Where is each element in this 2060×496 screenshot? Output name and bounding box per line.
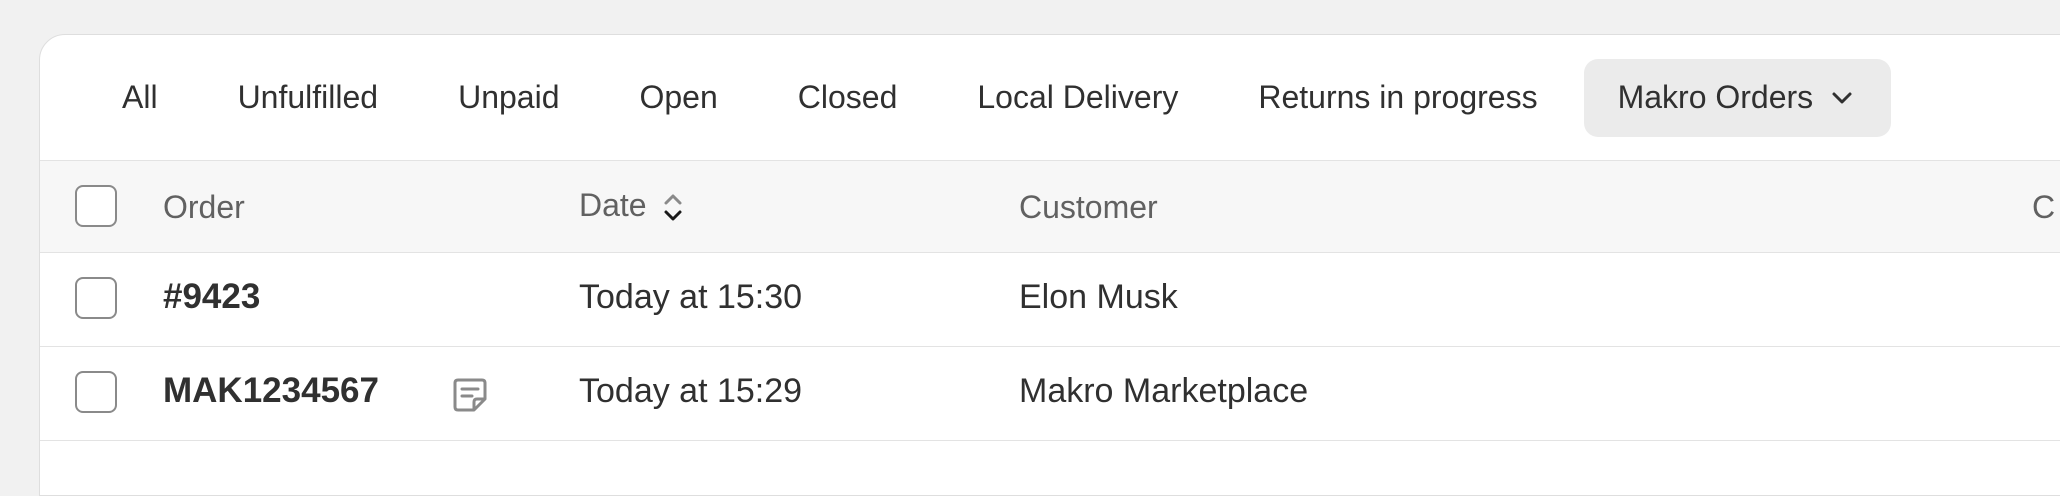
column-header-order[interactable]: Order — [163, 189, 245, 226]
tab-label: Closed — [797, 79, 898, 115]
orders-card: All Unfulfilled Unpaid Open Closed Local… — [39, 34, 2060, 496]
tab-label: Unpaid — [458, 79, 560, 115]
tab-label: Makro Orders — [1617, 79, 1814, 115]
order-number[interactable]: MAK1234567 — [163, 371, 379, 411]
tab-unfulfilled[interactable]: Unfulfilled — [198, 59, 419, 137]
tab-label: Local Delivery — [977, 79, 1179, 115]
order-customer: Makro Marketplace — [1019, 372, 1309, 410]
chevron-down-icon — [1832, 92, 1852, 103]
tab-label: Open — [639, 79, 718, 115]
tab-all[interactable]: All — [82, 59, 198, 137]
row-checkbox[interactable] — [75, 277, 117, 319]
order-number[interactable]: #9423 — [163, 277, 260, 317]
tab-open[interactable]: Open — [599, 59, 757, 137]
tab-makro-orders[interactable]: Makro Orders — [1583, 58, 1892, 137]
order-date: Today at 15:29 — [579, 372, 803, 410]
tab-local-delivery[interactable]: Local Delivery — [937, 59, 1218, 137]
table-row[interactable]: #9423 Today at 15:30 Elon Musk — [40, 253, 2060, 347]
sort-icon[interactable] — [661, 190, 685, 226]
note-icon[interactable] — [450, 375, 490, 415]
tab-unpaid[interactable]: Unpaid — [418, 59, 599, 137]
tab-closed[interactable]: Closed — [758, 59, 938, 137]
tab-label: Returns in progress — [1258, 79, 1538, 115]
row-checkbox[interactable] — [75, 371, 117, 413]
table-header: Order Date Customer C — [40, 160, 2060, 253]
tab-returns-in-progress[interactable]: Returns in progress — [1218, 59, 1577, 137]
column-header-date[interactable]: Date — [579, 187, 685, 226]
table-row[interactable]: MAK1234567 Today at 15:29 Makro Marketpl… — [40, 347, 2060, 441]
order-date: Today at 15:30 — [579, 278, 803, 316]
order-filter-tabs: All Unfulfilled Unpaid Open Closed Local… — [40, 35, 2060, 160]
column-header-date-label: Date — [579, 187, 647, 223]
tab-label: Unfulfilled — [237, 79, 379, 115]
column-header-truncated[interactable]: C — [2032, 189, 2055, 226]
select-all-checkbox[interactable] — [75, 185, 117, 227]
order-customer: Elon Musk — [1019, 278, 1178, 316]
column-header-customer[interactable]: Customer — [1019, 189, 1158, 226]
tab-label: All — [122, 79, 158, 115]
